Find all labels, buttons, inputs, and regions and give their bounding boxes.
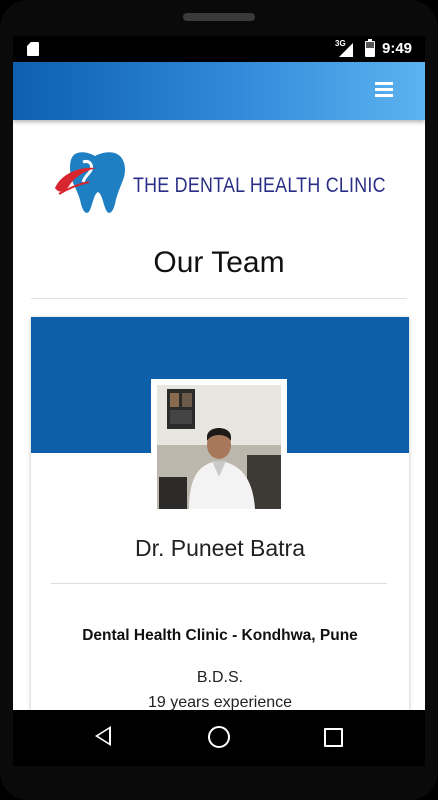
avatar bbox=[151, 379, 287, 515]
navigation-bar bbox=[13, 710, 425, 766]
card-divider bbox=[51, 583, 387, 584]
app-bar bbox=[13, 62, 425, 120]
title-divider bbox=[31, 298, 407, 299]
recents-icon[interactable] bbox=[324, 728, 343, 747]
status-bar: 3G 9:49 bbox=[13, 36, 425, 62]
doctor-experience: 19 years experience bbox=[147, 694, 293, 710]
clinic-location: Dental Health Clinic - Kondhwa, Pune bbox=[82, 627, 358, 644]
screen: 3G 9:49 THE DENTAL HEALTH CLINIC Our Tea… bbox=[13, 36, 425, 710]
doctor-degree: B.D.S. bbox=[196, 669, 244, 686]
clock: 9:49 bbox=[382, 40, 413, 57]
page-title: Our Team bbox=[153, 246, 285, 279]
clinic-logo[interactable]: THE DENTAL HEALTH CLINIC bbox=[53, 148, 386, 218]
signal-icon bbox=[339, 43, 353, 57]
speaker-grill bbox=[183, 13, 255, 21]
doctor-name: Dr. Puneet Batra bbox=[134, 535, 306, 561]
battery-icon bbox=[365, 39, 375, 57]
doctor-photo bbox=[157, 385, 281, 509]
menu-icon[interactable] bbox=[375, 82, 393, 97]
home-icon[interactable] bbox=[208, 726, 230, 748]
team-member-card[interactable]: Dr. Puneet Batra Dental Health Clinic - … bbox=[31, 317, 409, 710]
tooth-logo-icon bbox=[55, 152, 125, 213]
sd-card-icon bbox=[27, 42, 39, 56]
back-icon[interactable] bbox=[95, 726, 111, 746]
logo-text: THE DENTAL HEALTH CLINIC bbox=[133, 174, 386, 197]
